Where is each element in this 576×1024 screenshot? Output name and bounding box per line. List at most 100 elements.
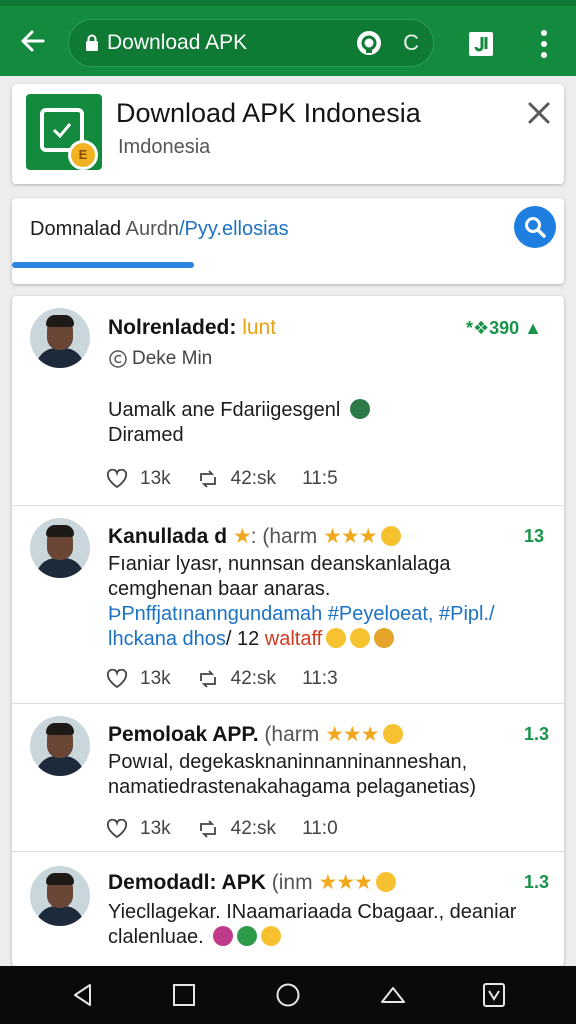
- repost-icon: [199, 470, 216, 488]
- reload-button[interactable]: C: [403, 30, 419, 56]
- rating-stars: ★★★: [318, 871, 372, 894]
- author-name: Nolrenladed:: [108, 316, 237, 339]
- post-text-tail: / 12: [225, 628, 260, 650]
- smile-emoji-icon: [261, 926, 282, 946]
- author-name: Kanullada d: [108, 525, 228, 548]
- app-icon: E: [26, 94, 102, 170]
- post-body: Fıaniar lyasr, nunnsan deanskanlalaga ce…: [108, 552, 548, 652]
- close-button[interactable]: [526, 100, 552, 126]
- repost-button[interactable]: 42:sk: [197, 818, 276, 840]
- search-icon: [525, 217, 546, 238]
- face-emoji-icon: [375, 872, 396, 892]
- author-name: Pemoloak APP.: [108, 723, 259, 746]
- extension-button[interactable]: [466, 29, 496, 59]
- app-subtitle: Imdonesia: [118, 136, 211, 158]
- heart-icon: [106, 819, 128, 839]
- search-box[interactable]: Domnalad Aurdn/Pyy.ellosias: [12, 198, 564, 284]
- post-text: Fıaniar lyasr, nunnsan deanskanlalaga ce…: [108, 553, 451, 600]
- face-emoji-icon: [382, 724, 403, 744]
- url-text: Download APK: [107, 31, 248, 54]
- nav-recents-icon[interactable]: [171, 982, 197, 1008]
- post-handle: Deke Min: [132, 348, 213, 369]
- post-time: 11:5: [302, 468, 338, 490]
- time-label: 11:0: [302, 818, 338, 839]
- author-name: Demodadl: APK: [108, 871, 266, 894]
- repost-button[interactable]: 42:sk: [197, 468, 276, 490]
- post-handle-line: Deke Min: [108, 348, 212, 370]
- post-author[interactable]: Pemoloak APP. (harm ★★★: [108, 722, 403, 747]
- lock-icon: [85, 34, 99, 52]
- repost-count: 42:sk: [230, 468, 277, 489]
- laugh-emoji-icon: [350, 628, 371, 648]
- score-count: 1.3: [524, 724, 550, 744]
- repost-icon: [199, 820, 216, 838]
- browser-toolbar: Download APK C: [0, 6, 576, 76]
- url-bar[interactable]: Download APK C: [68, 19, 434, 67]
- score-count: 13: [524, 526, 545, 546]
- post-actions: 13k 42:sk 11:3: [106, 668, 364, 690]
- repost-count: 42:sk: [230, 818, 277, 839]
- app-badge: E: [68, 140, 98, 170]
- post-time: 11:3: [302, 668, 338, 690]
- time-label: 11:5: [302, 468, 338, 489]
- close-icon: [528, 102, 550, 124]
- globe-emoji-icon: [349, 399, 370, 419]
- author-meta: (inm: [271, 871, 313, 894]
- copyright-icon: [109, 350, 127, 368]
- heart-icon: [106, 669, 128, 689]
- avatar: [30, 518, 90, 578]
- like-button[interactable]: 13k: [106, 818, 171, 840]
- loading-progress-bar: [12, 262, 195, 268]
- post-author[interactable]: Demodadl: APK (inm ★★★: [108, 870, 396, 895]
- overflow-menu-icon[interactable]: [532, 26, 556, 62]
- rating-stars: ★★★: [325, 723, 379, 746]
- like-count: 13k: [140, 668, 171, 689]
- query-word-2: Aurdn: [125, 218, 179, 240]
- back-button[interactable]: [0, 6, 64, 76]
- nav-screenshot-icon[interactable]: [481, 982, 507, 1008]
- rating-stars: ★★★: [323, 525, 377, 548]
- post-text-line-2: Diramed: [108, 424, 184, 446]
- system-nav-bar: [0, 966, 576, 1024]
- query-word-3: /Pyy.ellosias: [179, 218, 289, 240]
- face-emoji-icon: [380, 526, 401, 546]
- avatar: [30, 866, 90, 926]
- post-body: Yiecllagekar. INaamariaada Cbagaar., dea…: [108, 900, 548, 950]
- app-banner[interactable]: E Download APK Indonesia Imdonesia: [12, 84, 564, 184]
- nav-home-icon[interactable]: [275, 982, 301, 1008]
- post-text: Powıal, degekasknaninnanninanneshan, nam…: [108, 751, 477, 798]
- post-time: 11:0: [302, 818, 338, 840]
- eye-icon[interactable]: [355, 29, 383, 57]
- extension-icon: [469, 32, 493, 56]
- post-author[interactable]: Kanullada d ★: (harm ★★★: [108, 524, 401, 549]
- search-button[interactable]: [514, 206, 556, 248]
- author-meta: (harm: [264, 723, 320, 746]
- author-meta: : (harm: [250, 525, 318, 548]
- repost-icon: [199, 670, 216, 688]
- post-item[interactable]: Pemoloak APP. (harm ★★★ 1.3 Powıal, dege…: [12, 704, 564, 852]
- app-title: Download APK Indonesia: [116, 98, 421, 128]
- post-body: Uamalk ane Fdariigesgenl Diramed: [108, 398, 548, 448]
- repost-button[interactable]: 42:sk: [197, 668, 276, 690]
- like-count: 13k: [140, 468, 171, 489]
- post-item[interactable]: Kanullada d ★: (harm ★★★ 13 Fıaniar lyas…: [12, 506, 564, 704]
- post-feed: Nolrenladed: lunt *❖390 ▲ Deke Min Uamal…: [12, 296, 564, 966]
- search-input[interactable]: Domnalad Aurdn/Pyy.ellosias: [30, 218, 289, 241]
- highlight-text: waltaff: [264, 628, 323, 650]
- post-author[interactable]: Nolrenladed: lunt: [108, 316, 276, 340]
- avatar: [30, 716, 90, 776]
- score-count: *❖390 ▲: [466, 318, 542, 338]
- emoji-icon: [326, 628, 347, 648]
- post-item[interactable]: Nolrenladed: lunt *❖390 ▲ Deke Min Uamal…: [12, 296, 564, 506]
- nav-back-icon[interactable]: [70, 982, 96, 1008]
- score-count: 1.3: [524, 872, 550, 892]
- time-label: 11:3: [302, 668, 338, 689]
- nav-up-icon[interactable]: [380, 982, 406, 1008]
- bell-emoji-icon: [374, 628, 395, 648]
- avatar: [30, 308, 90, 368]
- like-button[interactable]: 13k: [106, 668, 171, 690]
- post-item[interactable]: Demodadl: APK (inm ★★★ 1.3 Yiecllagekar.…: [12, 852, 564, 966]
- query-word-1: Domnalad: [30, 218, 122, 240]
- like-button[interactable]: 13k: [106, 468, 171, 490]
- post-text: Yiecllagekar. INaamariaada Cbagaar., dea…: [108, 901, 517, 948]
